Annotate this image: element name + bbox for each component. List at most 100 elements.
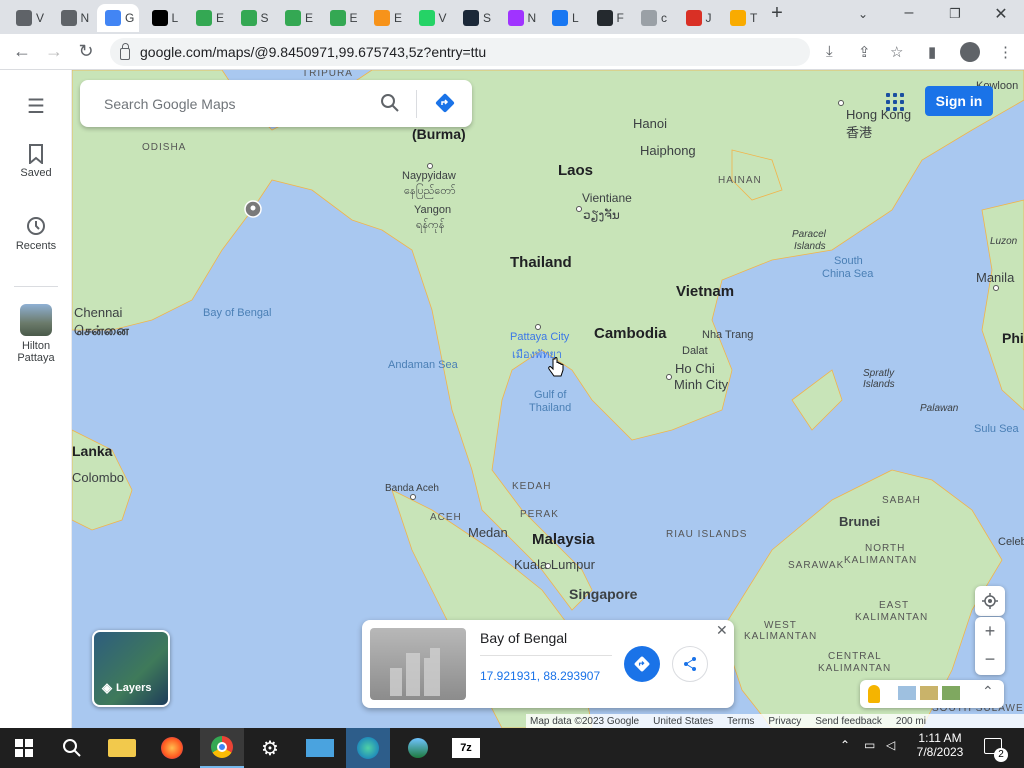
map-label: Malaysia	[532, 531, 595, 548]
sign-in-button[interactable]: Sign in	[925, 86, 993, 116]
place-label: Hilton	[21, 340, 51, 352]
region-link[interactable]: United States	[653, 716, 713, 727]
network-icon[interactable]: ▭	[864, 738, 875, 752]
browser-tab[interactable]: V	[8, 4, 51, 32]
profile-avatar[interactable]	[960, 42, 980, 62]
map-label: South	[834, 255, 863, 267]
browser-tab[interactable]: N	[53, 4, 96, 32]
bitcoin-icon	[374, 10, 390, 26]
bookmark-star-icon[interactable]: ☆	[890, 43, 903, 61]
clock-time: 1:11 AM	[918, 731, 962, 745]
browser-tab[interactable]: S	[233, 4, 276, 32]
browser-tab[interactable]: J	[678, 4, 721, 32]
terms-link[interactable]: Terms	[727, 716, 754, 727]
close-window-icon[interactable]: ✕	[986, 4, 1016, 24]
hamburger-menu-icon[interactable]: ☰	[0, 94, 72, 119]
side-panel-icon[interactable]: ▮	[928, 43, 936, 61]
feedback-link[interactable]: Send feedback	[815, 716, 882, 727]
pegman-icon[interactable]	[868, 685, 880, 703]
map-label: Islands	[794, 241, 826, 252]
search-icon[interactable]	[58, 734, 86, 762]
map-label: CENTRAL	[828, 651, 882, 662]
recents-button[interactable]: Recents	[0, 215, 72, 252]
directions-button[interactable]	[624, 646, 660, 682]
browser-tab[interactable]: L	[544, 4, 587, 32]
recents-label: Recents	[15, 240, 57, 252]
search-icon[interactable]	[380, 93, 400, 113]
clock[interactable]: 1:11 AM 7/8/2023	[912, 731, 968, 759]
map-label: Kuala Lumpur	[514, 557, 595, 572]
browser-tab[interactable]: E	[322, 4, 365, 32]
browser-tab[interactable]: F	[589, 4, 632, 32]
search-box[interactable]: Search Google Maps	[80, 80, 472, 127]
bookmark-icon	[29, 144, 43, 166]
reload-icon[interactable]: ↻	[74, 41, 98, 62]
google-apps-icon[interactable]	[886, 93, 904, 111]
7zip-icon[interactable]: 7z	[452, 738, 480, 758]
city-dot	[535, 324, 541, 330]
share-button[interactable]	[672, 646, 708, 682]
file-explorer-icon[interactable]	[108, 739, 136, 757]
url-field[interactable]: google.com/maps/@9.8450971,99.675743,5z?…	[110, 38, 810, 66]
new-tab-button[interactable]: +	[762, 2, 792, 25]
windows-start-icon[interactable]	[10, 734, 38, 762]
map-thumbnail[interactable]	[898, 686, 916, 700]
browser-tab[interactable]: N	[500, 4, 543, 32]
install-icon[interactable]: ⤓	[826, 43, 833, 60]
browser-tab[interactable]: S	[455, 4, 498, 32]
place-coordinates[interactable]: 17.921931, 88.293907	[480, 669, 600, 683]
map-label: KALIMANTAN	[855, 612, 929, 623]
forward-icon[interactable]: →	[42, 41, 66, 62]
chrome-taskbar-icon[interactable]	[200, 728, 244, 768]
windows-taskbar: ⚙ 7z ⌃ ▭ ◁ 1:11 AM 7/8/2023 2	[0, 728, 1024, 768]
network-app-icon[interactable]	[404, 734, 432, 762]
maps-sidebar: ☰ Saved Recents Hilton Pattaya	[0, 70, 72, 728]
browser-tab[interactable]: E	[366, 4, 409, 32]
my-location-button[interactable]	[975, 586, 1005, 616]
search-input[interactable]: Search Google Maps	[104, 96, 236, 112]
map-label: Banda Aceh	[385, 483, 439, 494]
dropped-pin-icon[interactable]	[244, 200, 262, 220]
browser-tab[interactable]: T	[722, 4, 765, 32]
edge-icon[interactable]	[346, 728, 390, 768]
history-icon	[27, 217, 45, 235]
browser-tab[interactable]: c	[633, 4, 676, 32]
control-panel-icon[interactable]	[306, 739, 334, 757]
map-thumbnail[interactable]	[920, 686, 938, 700]
volume-muted-icon[interactable]: ◁	[886, 738, 895, 752]
firefox-icon[interactable]	[158, 734, 186, 762]
tray-chevron-icon[interactable]: ⌃	[840, 738, 850, 752]
restore-icon[interactable]: ❐	[940, 6, 970, 22]
close-icon[interactable]: ✕	[716, 622, 728, 639]
settings-gear-icon[interactable]: ⚙	[256, 734, 284, 762]
map-label: Vientiane	[582, 191, 632, 205]
recent-place-hilton[interactable]: Hilton Pattaya	[0, 304, 72, 364]
map-label: Palawan	[920, 403, 959, 414]
back-icon[interactable]: ←	[10, 41, 34, 62]
map-thumbnail[interactable]	[942, 686, 960, 700]
browser-tab[interactable]: E	[277, 4, 320, 32]
map-label: 香港	[846, 125, 873, 140]
scale-text[interactable]: 200 mi	[896, 716, 926, 727]
browser-tab[interactable]: V	[411, 4, 454, 32]
github-icon	[596, 10, 613, 26]
location-target-icon	[982, 593, 998, 609]
directions-icon[interactable]	[434, 92, 456, 114]
zoom-out-button[interactable]: −	[975, 646, 1005, 675]
tab-title: E	[394, 11, 403, 25]
tab-search-icon[interactable]: ⌄	[848, 7, 878, 21]
browser-tab[interactable]: G✕	[97, 4, 139, 32]
layers-button[interactable]: ◈ Layers	[92, 630, 170, 707]
browser-tab[interactable]: E	[188, 4, 231, 32]
map-label: Ho Chi	[675, 361, 715, 376]
privacy-link[interactable]: Privacy	[768, 716, 801, 727]
chevron-up-icon[interactable]: ⌃	[982, 683, 994, 700]
map-label: TRIPURA	[302, 70, 353, 79]
browser-tab[interactable]: L	[144, 4, 187, 32]
place-card[interactable]: Bay of Bengal 17.921931, 88.293907 ✕	[362, 620, 734, 708]
menu-dots-icon[interactable]: ⋮	[998, 43, 1013, 61]
zoom-in-button[interactable]: +	[975, 617, 1005, 646]
minimize-icon[interactable]: –	[894, 4, 924, 22]
share-icon[interactable]: ⇪	[858, 43, 871, 61]
saved-button[interactable]: Saved	[0, 144, 72, 179]
